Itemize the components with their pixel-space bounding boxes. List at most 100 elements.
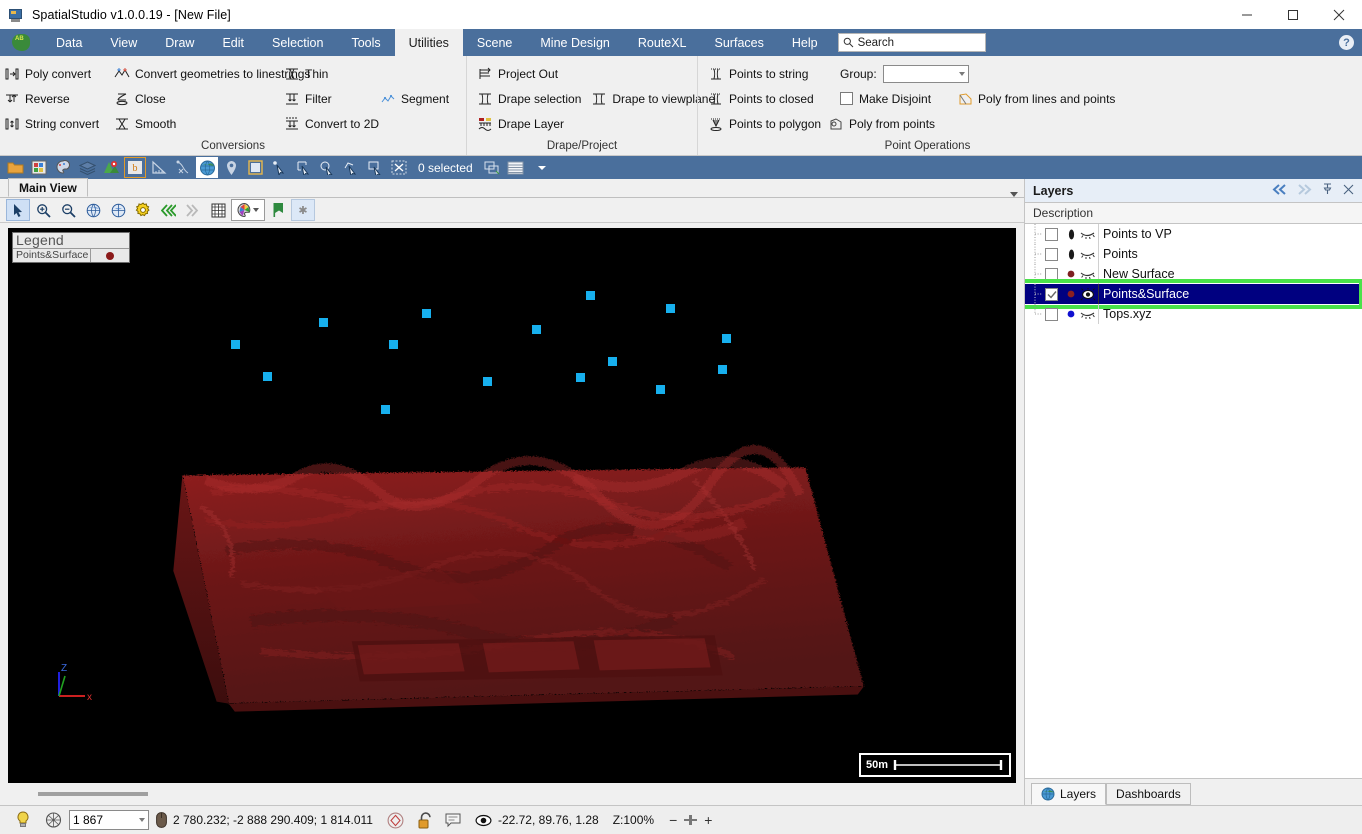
thin-button[interactable]: Thin	[280, 62, 354, 85]
zoom-out-icon[interactable]	[56, 199, 80, 221]
point-marker[interactable]	[483, 377, 492, 386]
layer-visibility-checkbox[interactable]	[1045, 227, 1058, 241]
clear-selection-icon[interactable]	[388, 157, 410, 178]
scroll-thumb[interactable]	[38, 792, 148, 796]
layer-hidden-eye-icon[interactable]	[1078, 230, 1097, 239]
search-input[interactable]: Search	[837, 33, 986, 52]
collapse-left-icon[interactable]	[1272, 183, 1287, 198]
copy-selection-icon[interactable]	[481, 157, 503, 178]
ribbon-tab-selection[interactable]: Selection	[258, 29, 337, 56]
group-field-combo[interactable]	[882, 64, 969, 83]
close-geometry-button[interactable]: Close	[110, 87, 280, 110]
layers-tree[interactable]: Points to VP Points New Surface Points&S…	[1025, 224, 1362, 779]
toolbar-overflow-button[interactable]	[529, 157, 551, 178]
settings-gear-icon[interactable]	[131, 199, 155, 221]
point-marker[interactable]	[381, 405, 390, 414]
make-disjoint-checkbox[interactable]	[840, 92, 853, 105]
map-icon[interactable]	[100, 157, 122, 178]
zoom-in-icon[interactable]	[31, 199, 55, 221]
close-panel-icon[interactable]	[1343, 184, 1354, 198]
app-logo-icon[interactable]	[0, 29, 42, 56]
convert-to-2d-button[interactable]: Convert to 2D	[280, 112, 390, 135]
select-point-icon[interactable]	[268, 157, 290, 178]
point-marker[interactable]	[532, 325, 541, 334]
pin-marker-icon[interactable]	[220, 157, 242, 178]
point-marker[interactable]	[263, 372, 272, 381]
ribbon-tab-help[interactable]: Help	[778, 29, 832, 56]
scroll-track[interactable]	[8, 791, 1016, 797]
count-combo[interactable]: 1 867	[69, 810, 149, 830]
zoom-in-button[interactable]: +	[704, 813, 712, 827]
point-marker[interactable]	[576, 373, 585, 382]
ribbon-tab-routexl[interactable]: RouteXL	[624, 29, 701, 56]
ribbon-tab-draw[interactable]: Draw	[151, 29, 208, 56]
favorite-star-icon[interactable]: ✱	[291, 199, 315, 221]
layer-row-points-to-vp[interactable]: Points to VP	[1025, 224, 1362, 244]
poly-convert-button[interactable]: Poly convert	[0, 62, 110, 85]
ribbon-tab-surfaces[interactable]: Surfaces	[701, 29, 778, 56]
poly-from-lines-and-points-button[interactable]: Poly from lines and points	[953, 87, 1121, 110]
convert-geometries-to-linestrings-button[interactable]: Convert geometries to linestrings	[110, 62, 310, 85]
layer-hidden-eye-icon[interactable]	[1078, 250, 1097, 259]
rewind-icon[interactable]	[156, 199, 180, 221]
layer-row-tops-xyz[interactable]: Tops.xyz	[1025, 304, 1362, 324]
globe-icon[interactable]	[196, 157, 218, 178]
drape-layer-button[interactable]: Drape Layer	[473, 112, 570, 135]
project-out-button[interactable]: Project Out	[473, 62, 564, 85]
poly-from-points-button[interactable]: Poly from points	[824, 112, 941, 135]
layer-hidden-eye-icon[interactable]	[1078, 310, 1097, 319]
snap-button[interactable]	[380, 812, 411, 829]
point-marker[interactable]	[718, 365, 727, 374]
reverse-button[interactable]: Reverse	[0, 87, 110, 110]
layers-stack-icon[interactable]	[76, 157, 98, 178]
layer-visibility-checkbox[interactable]	[1045, 287, 1058, 301]
ribbon-tab-data[interactable]: Data	[42, 29, 96, 56]
ribbon-tab-utilities[interactable]: Utilities	[394, 29, 463, 56]
panel-tab-layers[interactable]: Layers	[1031, 783, 1107, 805]
pointer-tool-icon[interactable]	[6, 199, 30, 221]
drape-selection-button[interactable]: Drape selection	[473, 87, 587, 110]
ribbon-tab-scene[interactable]: Scene	[463, 29, 526, 56]
smooth-button[interactable]: Smooth	[110, 112, 280, 135]
layer-visible-eye-icon[interactable]	[1078, 287, 1097, 301]
point-marker[interactable]	[389, 340, 398, 349]
mesh-button[interactable]	[38, 812, 69, 828]
color-palette-dropdown-icon[interactable]	[231, 199, 265, 221]
point-marker[interactable]	[608, 357, 617, 366]
window-icon[interactable]	[244, 157, 266, 178]
view-tab-overflow-icon[interactable]	[1010, 192, 1018, 197]
lightbulb-button[interactable]	[8, 811, 38, 829]
tab-main-view[interactable]: Main View	[8, 178, 88, 197]
select-rectangle-icon[interactable]	[292, 157, 314, 178]
measure-icon[interactable]	[148, 157, 170, 178]
3d-viewport[interactable]: Legend Points&Surface Z x 50m	[8, 228, 1016, 783]
block-model-icon[interactable]: b	[124, 157, 146, 178]
maximize-icon[interactable]	[1270, 0, 1316, 29]
point-marker[interactable]	[586, 291, 595, 300]
panel-tab-dashboards[interactable]: Dashboards	[1106, 783, 1191, 805]
point-marker[interactable]	[666, 304, 675, 313]
grid-icon[interactable]	[206, 199, 230, 221]
point-marker[interactable]	[722, 334, 731, 343]
layer-visibility-checkbox[interactable]	[1045, 307, 1058, 321]
forward-icon[interactable]	[181, 199, 205, 221]
import-data-icon[interactable]	[28, 157, 50, 178]
lock-button[interactable]	[411, 811, 438, 829]
select-box-icon[interactable]	[364, 157, 386, 178]
legend-box[interactable]: Legend Points&Surface	[12, 232, 130, 263]
string-convert-button[interactable]: String convert	[0, 112, 110, 135]
close-icon[interactable]	[1316, 0, 1362, 29]
zoom-slider[interactable]	[684, 815, 698, 825]
ribbon-tab-tools[interactable]: Tools	[337, 29, 394, 56]
layer-hidden-eye-icon[interactable]	[1078, 270, 1097, 279]
point-marker[interactable]	[319, 318, 328, 327]
layer-row-new-surface[interactable]: New Surface	[1025, 264, 1362, 284]
minimize-icon[interactable]	[1224, 0, 1270, 29]
viewport-horizontal-scrollbar[interactable]	[0, 783, 1024, 805]
point-marker[interactable]	[422, 309, 431, 318]
route-icon[interactable]	[172, 157, 194, 178]
points-to-closed-button[interactable]: Points to closed	[704, 87, 824, 110]
table-view-icon[interactable]	[505, 157, 527, 178]
select-circle-icon[interactable]	[316, 157, 338, 178]
points-to-string-button[interactable]: Points to string	[704, 62, 824, 85]
